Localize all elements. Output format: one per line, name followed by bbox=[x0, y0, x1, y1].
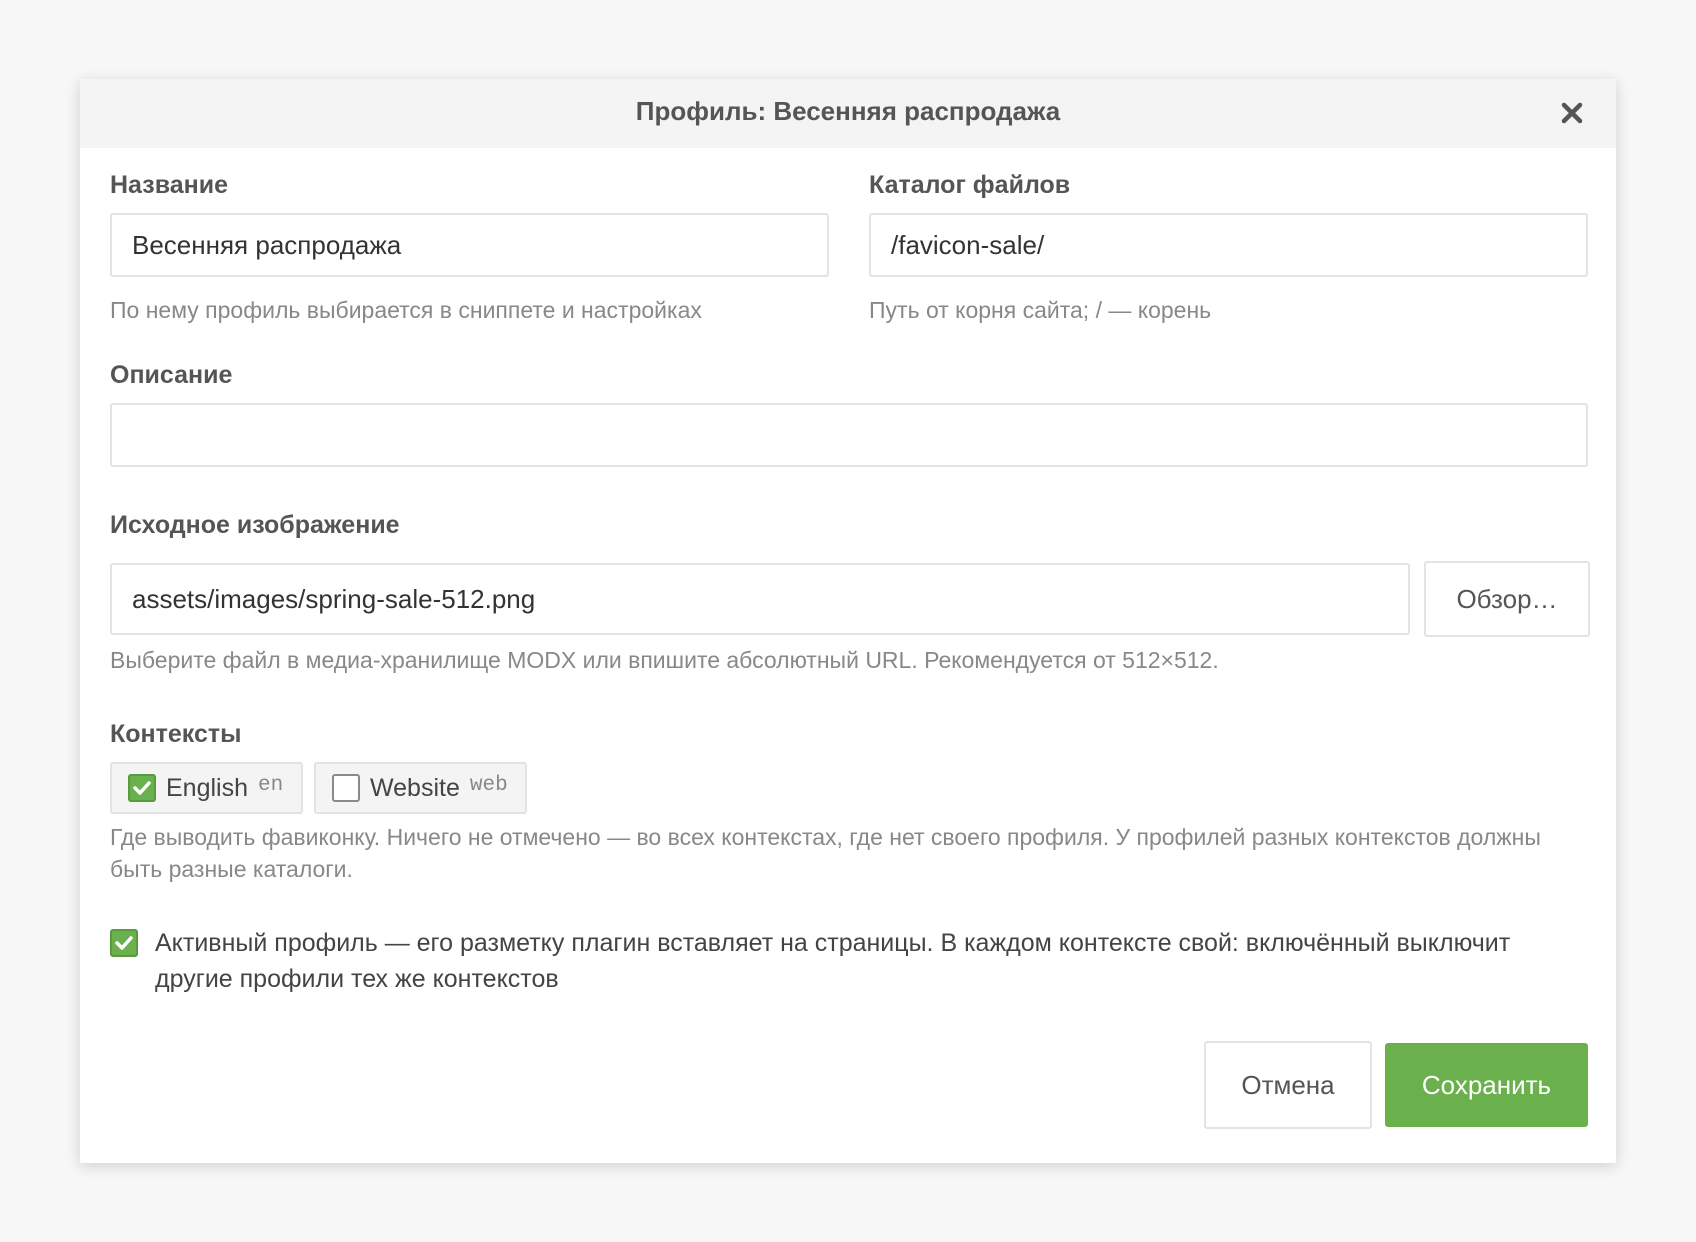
context-web-name: Website bbox=[370, 773, 460, 802]
context-chip-web[interactable]: Website web bbox=[314, 762, 527, 814]
active-profile-checkbox[interactable] bbox=[110, 929, 138, 957]
check-icon bbox=[115, 936, 133, 950]
context-web-checkbox[interactable] bbox=[332, 774, 360, 802]
source-image-label: Исходное изображение bbox=[110, 511, 400, 539]
close-icon bbox=[1561, 102, 1583, 124]
name-label: Название bbox=[110, 171, 229, 199]
catalog-input[interactable]: /favicon-sale/ bbox=[869, 213, 1588, 277]
contexts-label: Контексты bbox=[110, 720, 242, 748]
name-hint: По нему профиль выбирается в сниппете и … bbox=[110, 297, 702, 323]
catalog-label: Каталог файлов bbox=[869, 171, 1071, 199]
save-button[interactable]: Сохранить bbox=[1385, 1043, 1588, 1127]
active-profile-label: Активный профиль — его разметку плагин в… bbox=[155, 929, 1511, 993]
cancel-button[interactable]: Отмена bbox=[1204, 1041, 1372, 1129]
context-en-key: en bbox=[258, 773, 284, 797]
description-label: Описание bbox=[110, 361, 233, 389]
catalog-hint: Путь от корня сайта; / — корень bbox=[869, 297, 1212, 323]
context-chip-en[interactable]: English en bbox=[110, 762, 303, 814]
name-input[interactable]: Весенняя распродажа bbox=[110, 213, 829, 277]
dialog-title: Профиль: Весенняя распродажа bbox=[635, 96, 1061, 126]
context-en-name: English bbox=[166, 773, 248, 802]
dialog-header: Профиль: Весенняя распродажа bbox=[80, 79, 1616, 148]
browse-button[interactable]: Обзор… bbox=[1424, 561, 1590, 637]
close-button[interactable] bbox=[1554, 95, 1590, 131]
profile-dialog: Профиль: Весенняя распродажа Название Ве… bbox=[80, 79, 1616, 1163]
source-image-hint: Выберите файл в медиа-хранилище MODX или… bbox=[110, 647, 1219, 673]
source-image-input[interactable]: assets/images/spring-sale-512.png bbox=[110, 563, 1410, 635]
active-profile-row: Активный профиль — его разметку плагин в… bbox=[110, 929, 1590, 997]
context-web-key: web bbox=[469, 773, 508, 797]
context-en-checkbox[interactable] bbox=[128, 774, 156, 802]
check-icon bbox=[133, 781, 151, 795]
contexts-hint: Где выводить фавиконку. Ничего не отмече… bbox=[110, 824, 1541, 882]
description-input[interactable] bbox=[110, 403, 1588, 467]
